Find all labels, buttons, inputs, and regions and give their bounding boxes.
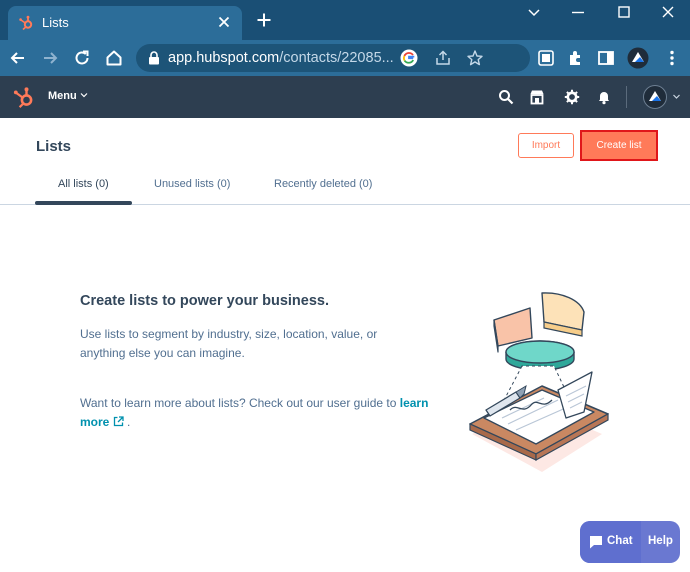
chat-widget[interactable]: Chat Help xyxy=(580,521,680,563)
menu-label: Menu xyxy=(48,90,77,102)
search-icon[interactable] xyxy=(498,89,514,105)
learn-more-period: . xyxy=(127,415,131,429)
empty-state-body: Use lists to segment by industry, size, … xyxy=(80,327,378,360)
tab-capture-icon[interactable] xyxy=(536,48,556,68)
empty-state-heading: Create lists to power your business. xyxy=(80,293,329,309)
share-icon[interactable] xyxy=(434,49,452,67)
browser-toolbar: app.hubspot.com/contacts/22085... xyxy=(0,40,690,76)
profile-avatar-icon[interactable] xyxy=(627,47,649,69)
back-arrow-icon[interactable] xyxy=(8,48,28,68)
close-tab-icon[interactable] xyxy=(216,14,232,30)
minimize-icon[interactable] xyxy=(570,4,586,20)
create-list-button[interactable]: Create list xyxy=(580,130,658,161)
page-title: Lists xyxy=(36,138,72,155)
main-menu-button[interactable]: Menu xyxy=(48,90,88,102)
account-chevron-down-icon[interactable] xyxy=(672,92,681,101)
notifications-bell-icon[interactable] xyxy=(596,89,612,105)
help-button[interactable]: Help xyxy=(648,535,673,547)
url-host: app.hubspot.com xyxy=(168,50,280,66)
chat-bubble-icon xyxy=(590,536,602,549)
external-link-icon xyxy=(113,416,124,427)
marketplace-icon[interactable] xyxy=(529,89,545,105)
settings-gear-icon[interactable] xyxy=(564,89,580,105)
url-path: /contacts/22085... xyxy=(279,50,394,66)
lists-illustration xyxy=(469,292,609,472)
address-bar[interactable]: app.hubspot.com/contacts/22085... xyxy=(136,44,530,72)
browser-menu-icon[interactable] xyxy=(662,48,682,68)
import-button[interactable]: Import xyxy=(518,133,574,158)
account-avatar[interactable] xyxy=(643,85,667,109)
tab-unused-lists[interactable]: Unused lists (0) xyxy=(154,178,230,190)
tab-all-lists[interactable]: All lists (0) xyxy=(58,178,109,190)
extensions-puzzle-icon[interactable] xyxy=(566,48,586,68)
hubspot-logo-icon[interactable] xyxy=(12,86,36,110)
chat-label: Chat xyxy=(607,535,633,547)
browser-tab-strip: Lists xyxy=(0,0,690,40)
empty-state-more: Want to learn more about lists? Check ou… xyxy=(80,394,440,432)
home-icon[interactable] xyxy=(104,48,124,68)
tab-search-chevron-icon[interactable] xyxy=(526,4,542,20)
side-panel-icon[interactable] xyxy=(596,48,616,68)
account-logo-icon xyxy=(649,91,661,101)
list-tabs: All lists (0) Unused lists (0) Recently … xyxy=(0,172,690,205)
browser-tab[interactable]: Lists xyxy=(8,6,242,40)
tab-recently-deleted[interactable]: Recently deleted (0) xyxy=(274,178,372,190)
new-tab-icon[interactable] xyxy=(256,12,272,28)
close-window-icon[interactable] xyxy=(660,4,676,20)
chat-button[interactable]: Chat xyxy=(580,521,641,563)
bookmark-star-icon[interactable] xyxy=(466,49,484,67)
lock-icon xyxy=(149,51,159,65)
reload-icon[interactable] xyxy=(72,48,92,68)
tab-title: Lists xyxy=(42,15,69,30)
hubspot-favicon-icon xyxy=(19,15,33,31)
chevron-down-icon xyxy=(80,93,88,98)
active-tab-indicator xyxy=(35,201,132,205)
learn-more-prompt: Want to learn more about lists? Check ou… xyxy=(80,396,397,410)
url-text: app.hubspot.com/contacts/22085... xyxy=(168,50,394,66)
forward-arrow-icon[interactable] xyxy=(40,48,60,68)
hubspot-nav-bar: Menu xyxy=(0,76,690,118)
google-icon[interactable] xyxy=(400,49,418,67)
nav-divider xyxy=(626,86,627,108)
maximize-icon[interactable] xyxy=(616,4,632,20)
